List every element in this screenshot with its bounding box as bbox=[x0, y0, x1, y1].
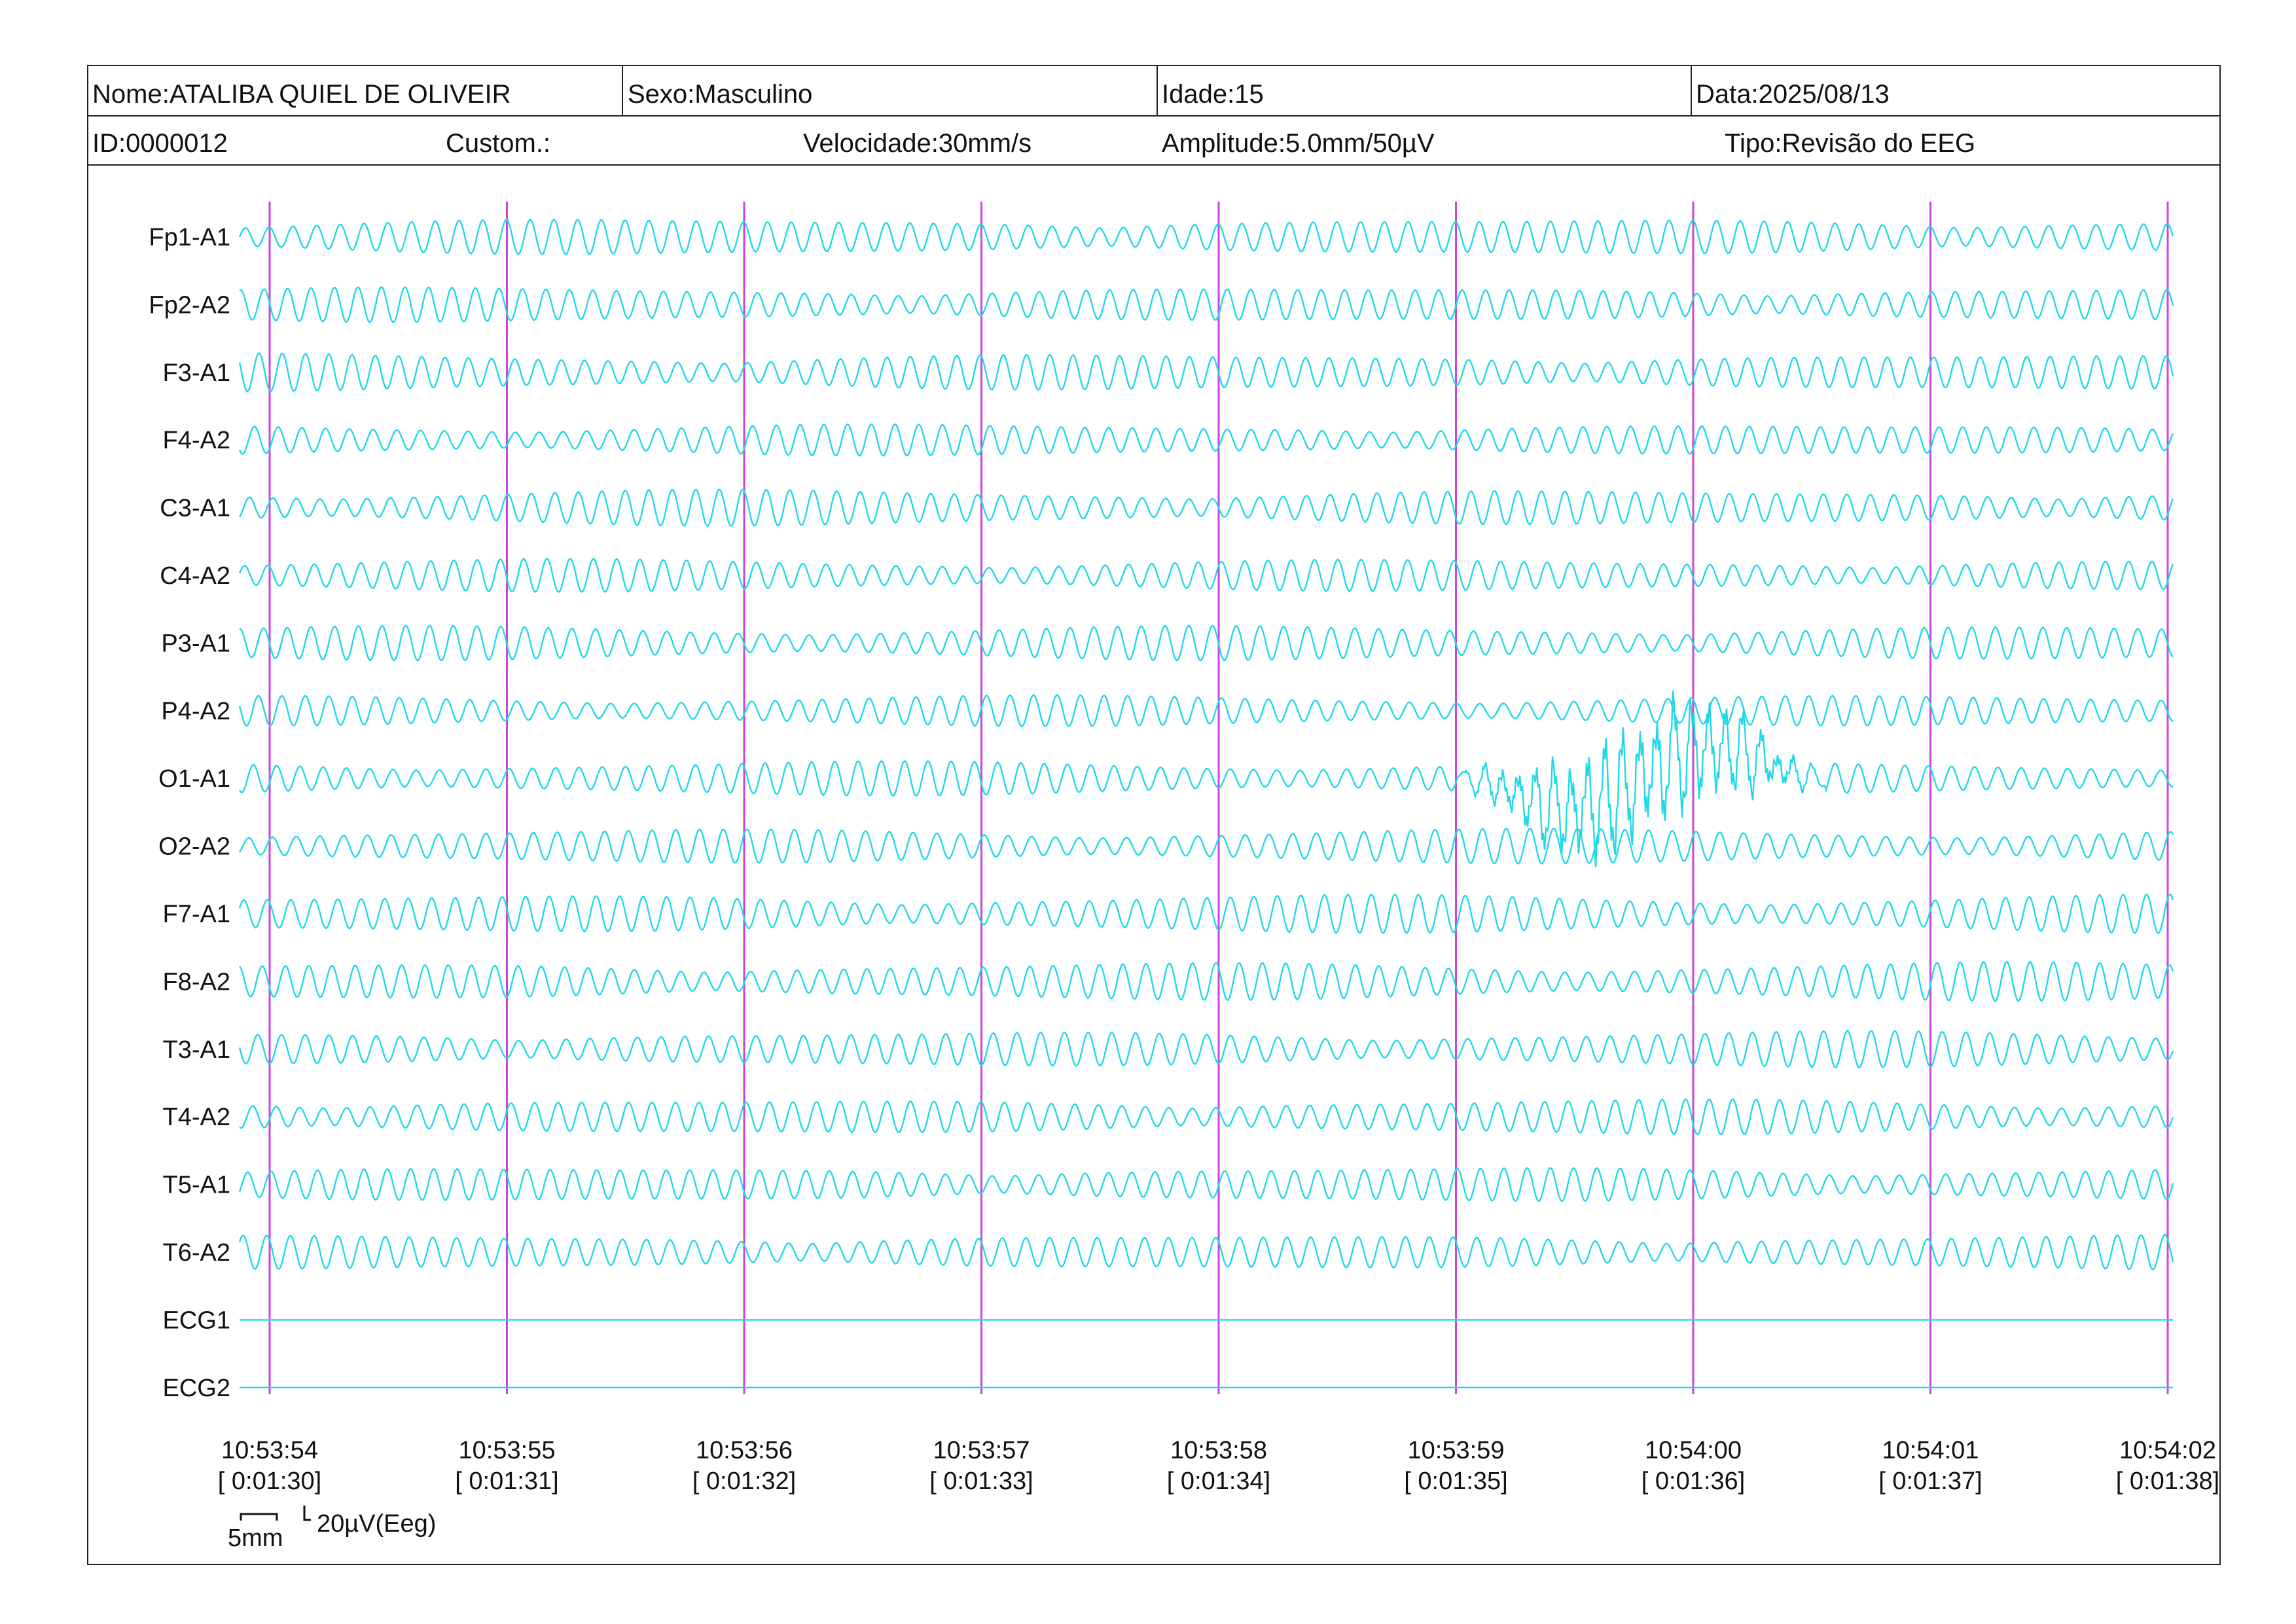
time-tick-clock: 10:53:54 bbox=[221, 1437, 318, 1464]
time-tick-elapsed: [ 0:01:34] bbox=[1167, 1468, 1270, 1495]
channel-trace bbox=[238, 1030, 2174, 1069]
eeg-waveform-chart: Fp1-A1 Fp2-A2 F3-A1 F4-A2 C3-A1 C4-A2 P3-A1 P4-… bbox=[149, 202, 2219, 1552]
time-tick-clock: 10:53:55 bbox=[459, 1437, 556, 1464]
time-tick-clock: 10:53:56 bbox=[696, 1437, 793, 1464]
channel-trace bbox=[238, 218, 2174, 256]
channel-label: O2-A2 bbox=[158, 833, 230, 861]
time-tick-clock: 10:53:59 bbox=[1408, 1437, 1505, 1464]
channel-label: F3-A1 bbox=[163, 359, 230, 387]
channel-trace bbox=[238, 423, 2174, 457]
channel-traces bbox=[238, 218, 2174, 1388]
time-tick-clock: 10:54:01 bbox=[1882, 1437, 1979, 1464]
channel-label: F8-A2 bbox=[163, 968, 230, 996]
channel-label: Fp1-A1 bbox=[149, 224, 230, 251]
time-tick-elapsed: [ 0:01:36] bbox=[1641, 1468, 1745, 1495]
channel-label: F4-A2 bbox=[163, 427, 230, 454]
time-tick-elapsed: [ 0:01:32] bbox=[692, 1468, 796, 1495]
time-tick-clock: 10:54:02 bbox=[2119, 1437, 2216, 1464]
time-scale-bracket bbox=[240, 1513, 278, 1521]
channel-trace bbox=[238, 352, 2174, 393]
channel-trace bbox=[238, 488, 2174, 527]
channel-label: ECG1 bbox=[163, 1307, 230, 1334]
channel-label: C4-A2 bbox=[160, 562, 230, 590]
channel-label: T4-A2 bbox=[163, 1104, 230, 1131]
channel-label: T6-A2 bbox=[163, 1239, 230, 1267]
time-markers bbox=[268, 202, 2169, 1394]
channel-label: O1-A1 bbox=[158, 765, 230, 793]
channel-trace bbox=[238, 1166, 2174, 1202]
time-tick-clock: 10:54:00 bbox=[1645, 1437, 1742, 1464]
channel-label: P4-A2 bbox=[161, 698, 230, 725]
time-tick-elapsed: [ 0:01:31] bbox=[455, 1468, 558, 1495]
channel-label: T3-A1 bbox=[163, 1036, 230, 1064]
channel-trace bbox=[239, 1098, 2174, 1136]
amplitude-scale-bracket bbox=[303, 1506, 311, 1521]
calibration-marker: 5mm 20µV(Eeg) bbox=[228, 1506, 436, 1552]
channel-trace bbox=[238, 558, 2174, 593]
channel-trace bbox=[238, 893, 2174, 935]
time-tick-elapsed: [ 0:01:37] bbox=[1878, 1468, 1982, 1495]
channel-trace bbox=[239, 286, 2174, 323]
time-scale-label: 5mm bbox=[228, 1525, 283, 1552]
channel-label: Fp2-A2 bbox=[149, 291, 230, 319]
time-axis: 10:53:54 [ 0:01:30] 10:53:55 [ 0:01:31] 10:5… bbox=[218, 1437, 2219, 1495]
channel-trace bbox=[239, 624, 2174, 662]
time-tick-elapsed: [ 0:01:35] bbox=[1404, 1468, 1507, 1495]
channel-trace bbox=[238, 694, 2174, 727]
channel-label: F7-A1 bbox=[163, 901, 230, 928]
time-tick-clock: 10:53:58 bbox=[1170, 1437, 1267, 1464]
time-tick-elapsed: [ 0:01:33] bbox=[929, 1468, 1033, 1495]
time-tick-clock: 10:53:57 bbox=[933, 1437, 1030, 1464]
channel-label: P3-A1 bbox=[161, 630, 230, 657]
channel-trace bbox=[238, 827, 2174, 865]
time-tick-elapsed: [ 0:01:38] bbox=[2116, 1468, 2219, 1495]
channel-label: T5-A1 bbox=[163, 1172, 230, 1199]
channel-label: ECG2 bbox=[163, 1375, 230, 1402]
channel-trace bbox=[238, 1233, 2174, 1271]
amplitude-scale-label: 20µV(Eeg) bbox=[317, 1510, 436, 1538]
channel-label: C3-A1 bbox=[160, 495, 230, 522]
time-tick-elapsed: [ 0:01:30] bbox=[218, 1468, 321, 1495]
channel-labels: Fp1-A1 Fp2-A2 F3-A1 F4-A2 C3-A1 C4-A2 P3-A1 P4-… bbox=[149, 224, 230, 1402]
channel-trace bbox=[239, 960, 2174, 1003]
